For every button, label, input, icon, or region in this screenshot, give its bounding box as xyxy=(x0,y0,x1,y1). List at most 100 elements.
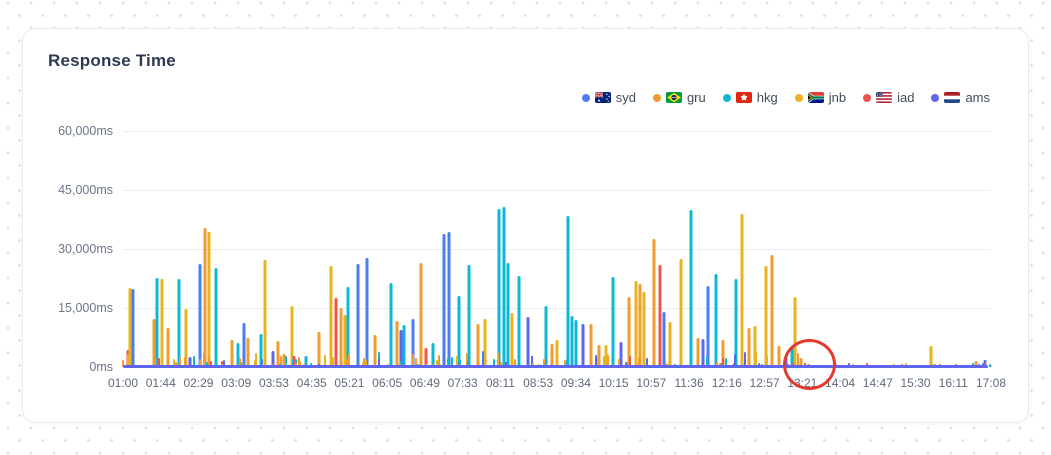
response-spike xyxy=(497,208,501,367)
series-color-dot xyxy=(581,93,590,102)
series-color-dot xyxy=(863,93,872,102)
x-tick-label: 01:44 xyxy=(145,376,176,390)
x-tick-label: 12:57 xyxy=(749,376,780,390)
x-tick-label: 02:29 xyxy=(183,376,214,390)
response-spike xyxy=(419,263,423,367)
legend-item-label: iad xyxy=(897,90,915,105)
chart-plot-area[interactable]: 01:00 01:44 02:29 03:09 03:53 04:35 05:21 06:05… xyxy=(58,124,1006,390)
response-spike xyxy=(701,339,705,367)
gridline xyxy=(123,131,991,132)
response-spike xyxy=(502,206,506,367)
response-spike xyxy=(581,323,585,367)
x-tick-label: 08:11 xyxy=(485,376,515,390)
response-spike xyxy=(550,344,554,367)
gridline xyxy=(123,308,991,309)
y-tick-label: 60,000ms xyxy=(58,124,113,138)
response-spike xyxy=(214,267,218,367)
x-axis: 01:00 01:44 02:29 03:09 03:53 04:35 05:21 06:05… xyxy=(108,376,1006,392)
response-spike xyxy=(714,274,718,367)
y-tick-label: 15,000ms xyxy=(58,301,113,315)
legend-item-jnb[interactable]: jnb xyxy=(794,90,847,105)
legend-item-iad[interactable]: iad xyxy=(863,90,914,105)
x-tick-label: 09:34 xyxy=(560,376,591,390)
legend-item-label: jnb xyxy=(828,90,847,105)
response-spike xyxy=(131,289,135,367)
response-spike xyxy=(263,259,267,367)
gridline xyxy=(123,190,991,191)
response-spike xyxy=(696,337,700,367)
legend-item-gru[interactable]: gru xyxy=(652,90,706,105)
response-spike xyxy=(555,339,559,367)
response-spike xyxy=(373,335,377,367)
response-spike xyxy=(652,238,656,367)
flag-united-states-icon xyxy=(876,92,893,103)
response-spike xyxy=(517,276,521,367)
x-tick-label: 10:15 xyxy=(598,376,629,390)
x-tick-label: 16:11 xyxy=(938,376,968,390)
x-tick-label: 12:16 xyxy=(711,376,742,390)
response-spike xyxy=(246,338,250,367)
y-tick-label: 45,000ms xyxy=(58,183,113,197)
response-spike xyxy=(989,365,992,367)
x-tick-label: 06:49 xyxy=(409,376,440,390)
legend-item-ams[interactable]: ams xyxy=(931,90,990,105)
response-spike xyxy=(155,278,159,367)
response-spike xyxy=(570,315,574,367)
response-spike xyxy=(339,308,343,367)
response-spike xyxy=(679,259,683,367)
x-tick-label: 14:47 xyxy=(862,376,893,390)
response-spike xyxy=(611,277,615,367)
flag-netherlands-icon xyxy=(944,92,961,103)
response-spike xyxy=(160,278,164,367)
response-spike xyxy=(929,345,933,367)
response-spike xyxy=(177,279,181,367)
response-spike xyxy=(589,323,593,367)
series-color-dot xyxy=(931,93,940,102)
legend-item-label: gru xyxy=(686,90,706,105)
response-spike xyxy=(476,324,480,367)
x-tick-label: 10:57 xyxy=(636,376,667,390)
x-tick-label: 04:35 xyxy=(296,376,327,390)
response-spike xyxy=(526,316,530,367)
response-spike xyxy=(389,283,393,367)
response-spike xyxy=(356,263,360,367)
chart-legend: syd gru hkg jnb iad ams xyxy=(581,90,990,105)
legend-item-syd[interactable]: syd xyxy=(581,90,636,105)
legend-item-label: syd xyxy=(615,90,636,105)
x-tick-label: 11:36 xyxy=(674,376,704,390)
response-spike xyxy=(447,231,450,367)
flag-hong-kong-icon xyxy=(735,92,752,103)
response-spike xyxy=(207,232,211,367)
legend-item-label: ams xyxy=(965,90,990,105)
x-tick-label: 01:00 xyxy=(107,376,139,390)
flag-south-africa-icon xyxy=(807,92,824,103)
response-spike xyxy=(365,258,369,367)
y-tick-label: 0ms xyxy=(89,360,113,374)
series-color-dot xyxy=(722,93,731,102)
response-spike xyxy=(544,306,548,367)
response-spike xyxy=(574,319,578,367)
response-spike xyxy=(442,234,446,367)
x-tick-label: 08:53 xyxy=(523,376,554,390)
response-spike xyxy=(740,214,744,367)
response-time-card: Response Time syd gru hkg jnb iad ams 01:00 01… xyxy=(22,28,1029,423)
x-tick-label: 06:05 xyxy=(372,376,403,390)
x-tick-label: 07:33 xyxy=(447,376,478,390)
x-tick-label: 15:30 xyxy=(900,376,931,390)
legend-item-label: hkg xyxy=(756,90,778,105)
page-title: Response Time xyxy=(48,51,176,70)
response-spike xyxy=(467,265,471,367)
response-spike xyxy=(431,343,435,367)
response-spike xyxy=(166,327,170,367)
ams-baseline xyxy=(123,365,988,368)
response-spike xyxy=(689,210,693,367)
response-spike xyxy=(642,292,646,367)
response-spike xyxy=(634,280,638,367)
response-spike xyxy=(764,265,768,367)
series-color-dot xyxy=(794,93,803,102)
response-spike xyxy=(198,264,202,367)
response-spike xyxy=(402,324,406,367)
legend-item-hkg[interactable]: hkg xyxy=(722,90,778,105)
flag-australia-icon xyxy=(594,92,611,103)
response-spike xyxy=(668,321,672,367)
